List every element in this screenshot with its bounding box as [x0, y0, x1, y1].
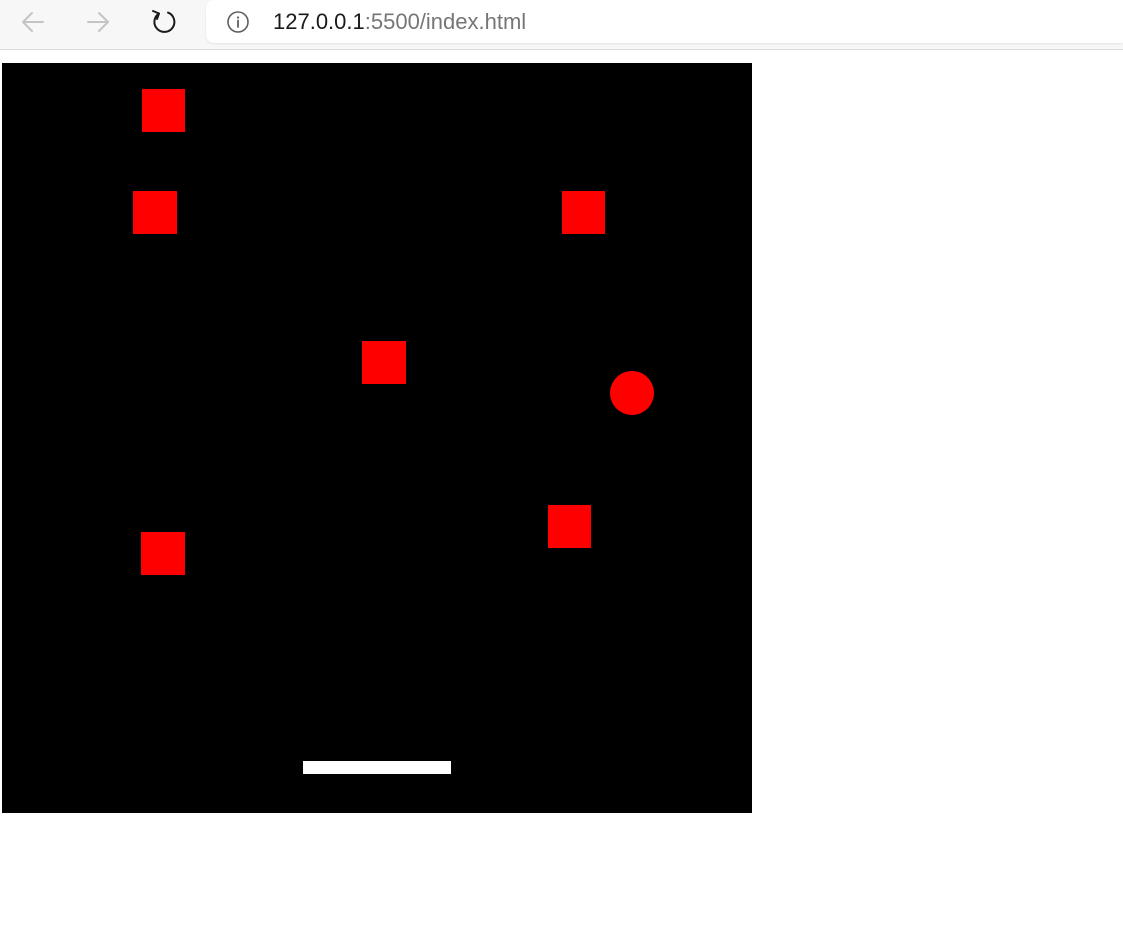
forward-button[interactable] [81, 5, 115, 39]
ball [610, 371, 654, 415]
brick [548, 505, 591, 548]
address-bar[interactable]: 127.0.0.1:5500/index.html [206, 0, 1123, 43]
url-path: :5500/index.html [364, 9, 527, 34]
brick [562, 191, 605, 234]
brick [142, 89, 185, 132]
info-icon[interactable] [226, 10, 250, 34]
paddle[interactable] [303, 761, 451, 774]
browser-toolbar: 127.0.0.1:5500/index.html [0, 0, 1123, 50]
reload-button[interactable] [147, 5, 181, 39]
brick [362, 341, 406, 384]
url-text[interactable]: 127.0.0.1:5500/index.html [273, 10, 526, 34]
arrow-left-icon [22, 12, 44, 32]
game-scene [133, 89, 654, 774]
brick [133, 191, 177, 234]
arrow-right-icon [87, 12, 109, 32]
game-canvas[interactable] [2, 63, 752, 813]
back-button[interactable] [16, 5, 50, 39]
url-host: 127.0.0.1 [273, 9, 365, 34]
brick [141, 532, 185, 575]
reload-icon [152, 10, 176, 33]
